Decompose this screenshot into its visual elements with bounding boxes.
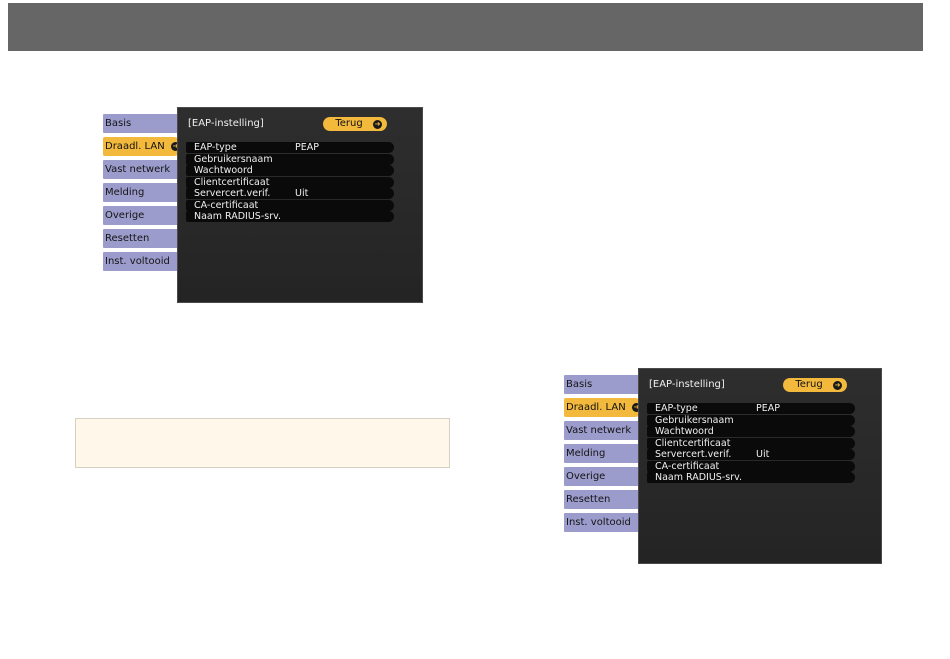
setting-row-radius-server[interactable]: Naam RADIUS-srv. <box>186 211 394 222</box>
tab-draadl-lan[interactable]: Draadl. LAN ➜ <box>103 137 183 156</box>
projector-menu-1: Basis Draadl. LAN ➜ Vast netwerk Melding … <box>103 107 423 303</box>
settings-screen: [EAP-instelling] Terug ➜ EAP-type PEAP Geb… <box>177 107 423 303</box>
setting-row-radius-server[interactable]: Naam RADIUS-srv. <box>647 472 855 483</box>
tab-vast-netwerk[interactable]: Vast netwerk <box>103 160 181 179</box>
tab-resetten[interactable]: Resetten <box>103 229 181 248</box>
tab-vast-netwerk[interactable]: Vast netwerk <box>564 421 642 440</box>
tab-melding[interactable]: Melding <box>564 444 642 463</box>
setting-row-server-cert-verify[interactable]: Servercert.verif. Uit <box>647 449 855 460</box>
setting-row-ca-cert[interactable]: CA-certificaat <box>186 199 394 211</box>
projector-menu-2: Basis Draadl. LAN ➜ Vast netwerk Melding … <box>564 368 882 564</box>
setting-row-eap-type[interactable]: EAP-type PEAP <box>647 403 855 414</box>
setting-row-server-cert-verify[interactable]: Servercert.verif. Uit <box>186 188 394 199</box>
tab-resetten[interactable]: Resetten <box>564 490 642 509</box>
tab-overige[interactable]: Overige <box>103 206 181 225</box>
note-box <box>75 418 450 468</box>
enter-icon: ➜ <box>833 380 842 390</box>
back-button[interactable]: Terug ➜ <box>323 117 387 131</box>
tab-inst-voltooid[interactable]: Inst. voltooid <box>564 513 642 532</box>
tab-draadl-lan[interactable]: Draadl. LAN ➜ <box>564 398 644 417</box>
setting-row-client-cert[interactable]: Clientcertificaat <box>647 437 855 449</box>
screen-title: [EAP-instelling] <box>188 118 264 129</box>
header-bar <box>8 3 923 51</box>
setting-row-password[interactable]: Wachtwoord <box>186 165 394 176</box>
enter-icon: ➜ <box>373 119 382 129</box>
setting-row-eap-type[interactable]: EAP-type PEAP <box>186 142 394 153</box>
setting-row-username[interactable]: Gebruikersnaam <box>647 414 855 426</box>
settings-screen: [EAP-instelling] Terug ➜ EAP-type PEAP Geb… <box>638 368 882 564</box>
tab-inst-voltooid[interactable]: Inst. voltooid <box>103 252 181 271</box>
tab-overige[interactable]: Overige <box>564 467 642 486</box>
tab-melding[interactable]: Melding <box>103 183 181 202</box>
setting-row-ca-cert[interactable]: CA-certificaat <box>647 460 855 472</box>
tab-basis[interactable]: Basis <box>564 375 642 394</box>
screen-title: [EAP-instelling] <box>649 379 725 390</box>
setting-row-password[interactable]: Wachtwoord <box>647 426 855 437</box>
setting-row-client-cert[interactable]: Clientcertificaat <box>186 176 394 188</box>
tab-basis[interactable]: Basis <box>103 114 181 133</box>
back-button[interactable]: Terug ➜ <box>783 378 847 392</box>
setting-row-username[interactable]: Gebruikersnaam <box>186 153 394 165</box>
